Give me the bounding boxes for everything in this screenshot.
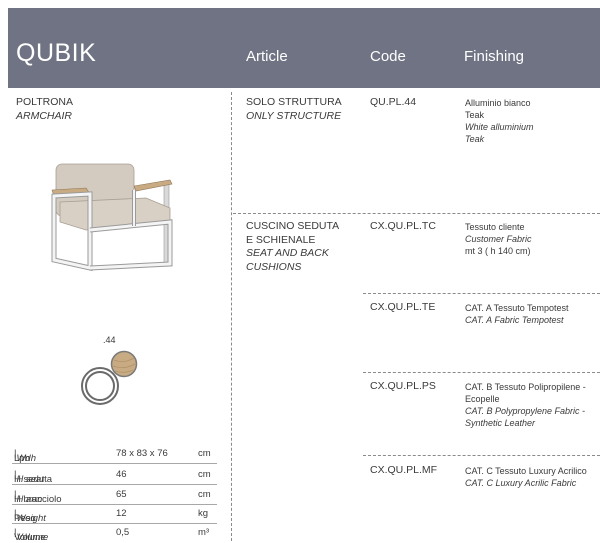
finishing-line-en: Teak	[465, 134, 485, 144]
spec-unit: kg	[198, 508, 209, 519]
column-header-code: Code	[370, 48, 406, 65]
finishing-line: mt 3 ( h 140 cm)	[465, 246, 531, 256]
header-bar: QUBIK Article Code Finishing	[8, 8, 600, 88]
finishing-line: CAT. C Tessuto Luxury Acrilico	[465, 466, 587, 476]
article-name-it: E SCHIENALE	[246, 233, 316, 246]
spec-value: 0,5	[116, 527, 130, 538]
article-name-it: SOLO STRUTTURA	[246, 96, 342, 108]
finishing-line: Alluminio bianco	[465, 98, 531, 108]
finishing-line-en: CAT. B Polypropylene Fabric -	[465, 406, 586, 416]
finish-swatches	[81, 350, 138, 405]
spec-row: Lph | Wdh 78 x 83 x 76 cm	[12, 443, 217, 464]
finishing-line-en: White alluminium	[465, 122, 534, 132]
column-header-finishing: Finishing	[464, 48, 525, 65]
product-name-en: ARMCHAIR	[16, 109, 73, 122]
row-divider	[363, 372, 600, 373]
armchair-image	[51, 163, 173, 272]
finishing-line: CAT. A Tessuto Tempotest	[465, 303, 569, 313]
spec-label-en: Volume	[16, 532, 49, 543]
article-cushions: CUSCINO SEDUTA E SCHIENALE SEAT AND BACK…	[246, 220, 339, 274]
finishing-line: CAT. B Tessuto Polipropilene -	[465, 382, 586, 392]
finishing-tempotest: CAT. A Tessuto Tempotest CAT. A Fabric T…	[465, 302, 569, 326]
article-code: CX.QU.PL.PS	[370, 380, 436, 392]
article-structure: SOLO STRUTTURA ONLY STRUCTURE	[246, 96, 342, 123]
spec-row: Peso | Weight 12 kg	[12, 503, 217, 524]
article-name-en: SEAT AND BACK	[246, 247, 329, 259]
spec-value: 78 x 83 x 76	[116, 448, 168, 459]
finishing-line-en: CAT. A Fabric Tempotest	[465, 315, 564, 325]
spec-unit: cm	[198, 489, 211, 500]
spec-unit: cm	[198, 448, 211, 459]
finishing-luxury-acrylic: CAT. C Tessuto Luxury Acrilico CAT. C Lu…	[465, 465, 587, 489]
row-divider	[363, 293, 600, 294]
collection-title: QUBIK	[16, 39, 97, 67]
article-code: QU.PL.44	[370, 96, 417, 108]
finishing-line-en: Synthetic Leather	[465, 418, 536, 428]
teak-swatch-icon	[110, 350, 138, 378]
spec-value: 12	[116, 508, 127, 519]
spec-unit: m³	[198, 527, 210, 538]
finishing-structure: Alluminio bianco Teak White alluminium T…	[465, 97, 534, 145]
row-divider	[363, 455, 600, 456]
column-header-article: Article	[246, 48, 288, 65]
spec-label-en: Wdh	[16, 453, 37, 464]
finish-code-label: .44	[103, 335, 116, 345]
article-name-it: CUSCINO SEDUTA	[246, 220, 340, 232]
finishing-polypropylene: CAT. B Tessuto Polipropilene - Ecopelle …	[465, 381, 586, 429]
row-divider	[233, 213, 600, 214]
finishing-line: Teak	[465, 110, 485, 120]
finishing-customer: Tessuto cliente Customer Fabric mt 3 ( h…	[465, 221, 532, 257]
article-code: CX.QU.PL.TC	[370, 220, 436, 232]
product-name: POLTRONA ARMCHAIR	[16, 96, 73, 123]
article-name-en: CUSHIONS	[246, 260, 302, 273]
finishing-line-en: CAT. C Luxury Acrilic Fabric	[465, 478, 577, 488]
article-name-en: ONLY STRUCTURE	[246, 109, 342, 122]
spec-row: H seduta | H seat 46 cm	[12, 464, 217, 485]
finishing-line: Ecopelle	[465, 394, 500, 404]
white-swatch-icon	[81, 367, 119, 405]
column-divider	[231, 92, 232, 541]
spec-row: Volume | Volume 0,5 m³	[14, 527, 210, 543]
spec-unit: cm	[198, 469, 211, 480]
article-code: CX.QU.PL.TE	[370, 301, 436, 313]
finishing-line: Tessuto cliente	[465, 222, 525, 232]
article-code: CX.QU.PL.MF	[370, 464, 438, 476]
spec-row: H bracciolo | H arm 65 cm	[12, 484, 217, 505]
finishing-line-en: Customer Fabric	[465, 234, 532, 244]
product-name-it: POLTRONA	[16, 96, 73, 108]
spec-value: 46	[116, 469, 127, 480]
spec-value: 65	[116, 489, 127, 500]
